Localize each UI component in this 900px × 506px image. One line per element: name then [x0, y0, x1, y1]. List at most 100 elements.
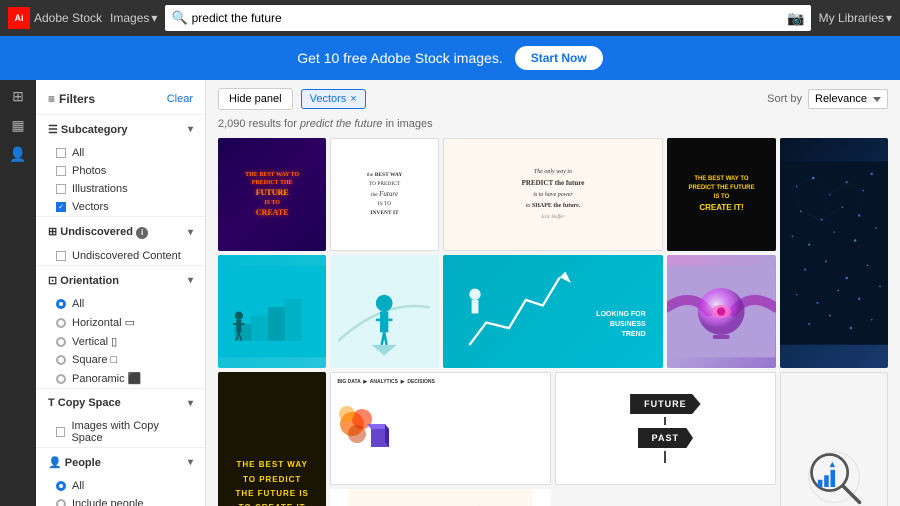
- start-now-button[interactable]: Start Now: [515, 46, 603, 70]
- subcategory-all[interactable]: All: [36, 144, 205, 162]
- image-grid: THE BEST WAY TOPREDICT theFUTUREIS TOCRE…: [218, 138, 888, 506]
- copy-space-header[interactable]: T Copy Space ▾: [36, 389, 205, 417]
- radio-include: [56, 499, 66, 506]
- undiscovered-content[interactable]: Undiscovered Content: [36, 247, 205, 265]
- sidebar-top: ≡ Filters Clear: [36, 88, 205, 114]
- results-count: 2,090 results for predict the future in …: [218, 118, 888, 130]
- subcategory-illustrations[interactable]: Illustrations: [36, 180, 205, 198]
- image-cell-5[interactable]: [780, 138, 888, 368]
- radio-panoramic: [56, 374, 66, 384]
- orientation-section: ⊡ Orientation ▾ All Horizontal ▭ Vertica…: [36, 265, 205, 388]
- orientation-all[interactable]: All: [36, 295, 205, 313]
- checkbox-all: [56, 148, 66, 158]
- filter-tag-vectors: Vectors ×: [301, 89, 366, 109]
- promo-text: Get 10 free Adobe Stock images.: [297, 50, 502, 66]
- orientation-vertical[interactable]: Vertical ▯: [36, 332, 205, 351]
- image-cell-4[interactable]: THE BEST WAY TOPREDICT THE FUTUREIS TOCR…: [667, 138, 775, 251]
- image-cell-9[interactable]: [667, 255, 775, 368]
- my-libraries-button[interactable]: My Libraries ▾: [819, 11, 892, 25]
- search-bar: 🔍 📷: [165, 5, 810, 31]
- radio-vertical: [56, 337, 66, 347]
- checkbox-illustrations: [56, 184, 66, 194]
- content-toolbar: Hide panel Vectors × Sort by Relevance N…: [218, 88, 888, 110]
- subcategory-photos[interactable]: Photos: [36, 162, 205, 180]
- content-area: Hide panel Vectors × Sort by Relevance N…: [206, 80, 900, 506]
- orientation-horizontal[interactable]: Horizontal ▭: [36, 313, 205, 332]
- chevron-down-icon: ▾: [151, 11, 157, 25]
- left-icon-strip: ⊞ ▦ 👤: [0, 80, 36, 506]
- image-cell-3[interactable]: The only way toPREDICT the futureis to h…: [443, 138, 664, 251]
- filters-label: ≡ Filters: [48, 92, 95, 106]
- copy-space-option[interactable]: Images with Copy Space: [36, 417, 205, 447]
- orientation-panoramic[interactable]: Panoramic ⬛: [36, 369, 205, 388]
- orientation-header[interactable]: ⊡ Orientation ▾: [36, 266, 205, 295]
- clear-filters-link[interactable]: Clear: [167, 93, 193, 105]
- analytics-svg: [798, 418, 870, 506]
- top-bar: Ai Adobe Stock Images ▾ 🔍 📷 My Libraries…: [0, 0, 900, 36]
- filter-tag-close[interactable]: ×: [350, 93, 356, 105]
- image-cell-8[interactable]: LOOKING FORBUSINESSTREND: [443, 255, 664, 368]
- fortune-svg: ★ ★ ★: [330, 489, 551, 506]
- image-cell-1[interactable]: THE BEST WAY TOPREDICT theFUTUREIS TOCRE…: [218, 138, 326, 251]
- grid-icon[interactable]: ▦: [11, 117, 24, 134]
- image-cell-12[interactable]: FUTURE PAST: [555, 372, 776, 485]
- search-input[interactable]: [192, 11, 780, 25]
- hide-panel-button[interactable]: Hide panel: [218, 88, 293, 110]
- people-include[interactable]: Include people: [36, 495, 205, 506]
- sidebar: ≡ Filters Clear ☰ Subcategory ▾ All Phot…: [36, 80, 206, 506]
- sort-bar: Sort by Relevance Newest Oldest Popular: [767, 89, 888, 109]
- images-dropdown[interactable]: Images ▾: [110, 11, 157, 25]
- trend-chart: [454, 266, 586, 356]
- particles-svg: [780, 138, 888, 368]
- crystal-svg: [667, 255, 775, 368]
- orientation-square[interactable]: Square □: [36, 351, 205, 369]
- image-cell-10[interactable]: THE BEST WAYTO PREDICTTHE FUTURE ISTO CR…: [218, 372, 326, 506]
- people-all[interactable]: All: [36, 477, 205, 495]
- subcategory-header[interactable]: ☰ Subcategory ▾: [36, 115, 205, 144]
- copy-space-section: T Copy Space ▾ Images with Copy Space: [36, 388, 205, 447]
- main-layout: ⊞ ▦ 👤 ≡ Filters Clear ☰ Subcategory ▾ Al…: [0, 80, 900, 506]
- app-logo: Ai Adobe Stock: [8, 7, 102, 29]
- image-cell-14[interactable]: ★ ★ ★: [330, 489, 551, 506]
- people-header[interactable]: 👤 People ▾: [36, 448, 205, 477]
- radio-square: [56, 355, 66, 365]
- image-cell-11[interactable]: BIG DATA ▶ ANALYTICS ▶ DECISIONS: [330, 372, 551, 485]
- person-icon[interactable]: 👤: [9, 146, 26, 163]
- radio-horizontal: [56, 318, 66, 328]
- chevron-icon: ▾: [188, 457, 193, 468]
- chevron-down-icon: ▾: [886, 11, 892, 25]
- image-cell-6[interactable]: [218, 255, 326, 368]
- camera-icon[interactable]: 📷: [787, 10, 804, 27]
- radio-people-all: [56, 481, 66, 491]
- isometric-svg: [218, 255, 326, 368]
- checkbox-vectors: [56, 202, 66, 212]
- adobe-logo: Ai: [8, 7, 30, 29]
- image-cell-13[interactable]: BIGDATA: [780, 372, 888, 506]
- undiscovered-section: ⊞ Undiscovered i ▾ Undiscovered Content: [36, 216, 205, 265]
- image-cell-7[interactable]: [330, 255, 438, 368]
- search-icon: 🔍: [171, 10, 187, 26]
- chevron-icon: ▾: [188, 275, 193, 286]
- search-query: predict the future: [300, 118, 383, 130]
- bigdata-cubes: [337, 389, 392, 464]
- checkbox-undiscovered: [56, 251, 66, 261]
- sort-label: Sort by: [767, 93, 802, 105]
- chevron-icon: ▾: [188, 124, 193, 135]
- undiscovered-header[interactable]: ⊞ Undiscovered i ▾: [36, 217, 205, 247]
- subcategory-vectors[interactable]: Vectors: [36, 198, 205, 216]
- checkbox-copy-space: [56, 427, 65, 437]
- subcategory-section: ☰ Subcategory ▾ All Photos Illustrations…: [36, 114, 205, 216]
- people-section: 👤 People ▾ All Include people Exclude pe…: [36, 447, 205, 506]
- radio-all: [56, 299, 66, 309]
- chevron-icon: ▾: [188, 227, 193, 238]
- image-cell-2[interactable]: the BEST WAYTO PREDICTthe FutureIS TOINV…: [330, 138, 438, 251]
- home-icon[interactable]: ⊞: [12, 88, 24, 105]
- chevron-icon: ▾: [188, 398, 193, 409]
- sort-select[interactable]: Relevance Newest Oldest Popular: [808, 89, 888, 109]
- info-icon: i: [136, 227, 148, 239]
- promo-banner: Get 10 free Adobe Stock images. Start No…: [0, 36, 900, 80]
- filter-icon: ≡: [48, 92, 55, 106]
- app-name: Adobe Stock: [34, 11, 102, 25]
- checkbox-photos: [56, 166, 66, 176]
- person-svg: [330, 255, 438, 368]
